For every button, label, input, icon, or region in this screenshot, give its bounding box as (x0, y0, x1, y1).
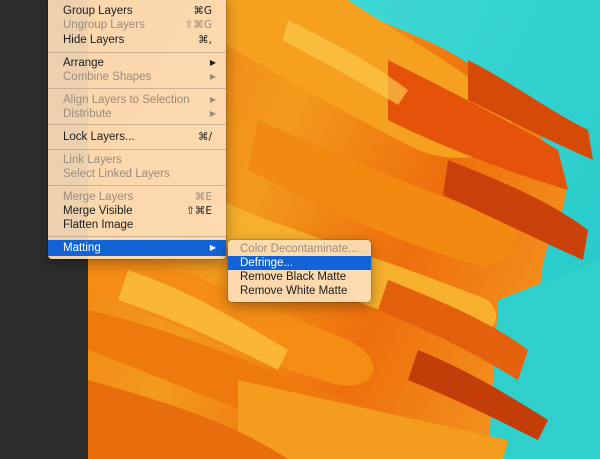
menu-item-label: Align Layers to Selection (63, 94, 190, 106)
submenu-arrow-icon: ▶ (209, 109, 216, 118)
menu-item-shortcut: ⌘/ (197, 131, 212, 143)
menu-item-ungroup-layers[interactable]: Ungroup Layers ⇧⌘G (48, 18, 226, 32)
menu-separator (48, 185, 226, 186)
menu-item-label: Merge Layers (63, 191, 134, 203)
menu-item-label: Remove Black Matte (240, 271, 347, 283)
menu-item-shortcut: ⌘E (194, 191, 212, 203)
menu-item-remove-black-matte[interactable]: Remove Black Matte (228, 270, 371, 284)
menu-item-group-layers[interactable]: Group Layers ⌘G (48, 4, 226, 18)
submenu-arrow-icon: ▶ (209, 58, 216, 67)
menu-item-label: Select Linked Layers (63, 168, 170, 180)
menu-item-shortcut: ⌘G (193, 5, 212, 17)
menu-item-distribute[interactable]: Distribute ▶ (48, 107, 226, 121)
menu-item-label: Arrange (63, 57, 104, 69)
menu-item-link-layers[interactable]: Link Layers (48, 153, 226, 167)
menu-item-label: Link Layers (63, 154, 122, 166)
layer-menu-dropdown: Group Layers ⌘G Ungroup Layers ⇧⌘G Hide … (48, 0, 226, 259)
menu-item-label: Group Layers (63, 5, 133, 17)
menu-item-shortcut: ⌘, (198, 34, 212, 46)
menu-item-lock-layers[interactable]: Lock Layers... ⌘/ (48, 130, 226, 144)
menu-item-label: Flatten Image (63, 219, 134, 231)
menu-separator (48, 124, 226, 125)
menu-item-label: Matting (63, 242, 101, 254)
menu-item-merge-layers[interactable]: Merge Layers ⌘E (48, 190, 226, 204)
menu-item-label: Defringe... (240, 257, 294, 269)
menu-separator (48, 52, 226, 53)
menu-item-combine-shapes[interactable]: Combine Shapes ▶ (48, 70, 226, 84)
menu-item-label: Remove White Matte (240, 285, 348, 297)
menu-item-remove-white-matte[interactable]: Remove White Matte (228, 284, 371, 298)
submenu-arrow-icon: ▶ (209, 72, 216, 81)
menu-separator (48, 236, 226, 237)
submenu-arrow-icon: ▶ (209, 95, 216, 104)
menu-item-merge-visible[interactable]: Merge Visible ⇧⌘E (48, 204, 226, 218)
menu-item-shortcut: ⇧⌘E (186, 205, 212, 217)
menu-item-align-layers[interactable]: Align Layers to Selection ▶ (48, 93, 226, 107)
submenu-arrow-icon: ▶ (209, 243, 216, 252)
menu-item-label: Combine Shapes (63, 71, 152, 83)
menu-item-shortcut: ⇧⌘G (184, 19, 212, 31)
menu-separator (48, 88, 226, 89)
menu-item-arrange[interactable]: Arrange ▶ (48, 56, 226, 70)
menu-item-flatten-image[interactable]: Flatten Image (48, 218, 226, 232)
menu-item-label: Hide Layers (63, 34, 125, 46)
menu-item-label: Ungroup Layers (63, 19, 145, 31)
menu-item-label: Merge Visible (63, 205, 133, 217)
menu-item-select-linked-layers[interactable]: Select Linked Layers (48, 167, 226, 181)
menu-item-matting[interactable]: Matting ▶ (48, 240, 226, 256)
matting-submenu: Color Decontaminate... Defringe... Remov… (228, 240, 371, 302)
menu-item-color-decontaminate[interactable]: Color Decontaminate... (228, 242, 371, 256)
menu-item-defringe[interactable]: Defringe... (228, 256, 371, 270)
menu-item-label: Color Decontaminate... (240, 243, 358, 255)
menu-item-label: Lock Layers... (63, 131, 135, 143)
menu-item-hide-layers[interactable]: Hide Layers ⌘, (48, 33, 226, 47)
menu-separator (48, 149, 226, 150)
menu-item-label: Distribute (63, 108, 112, 120)
